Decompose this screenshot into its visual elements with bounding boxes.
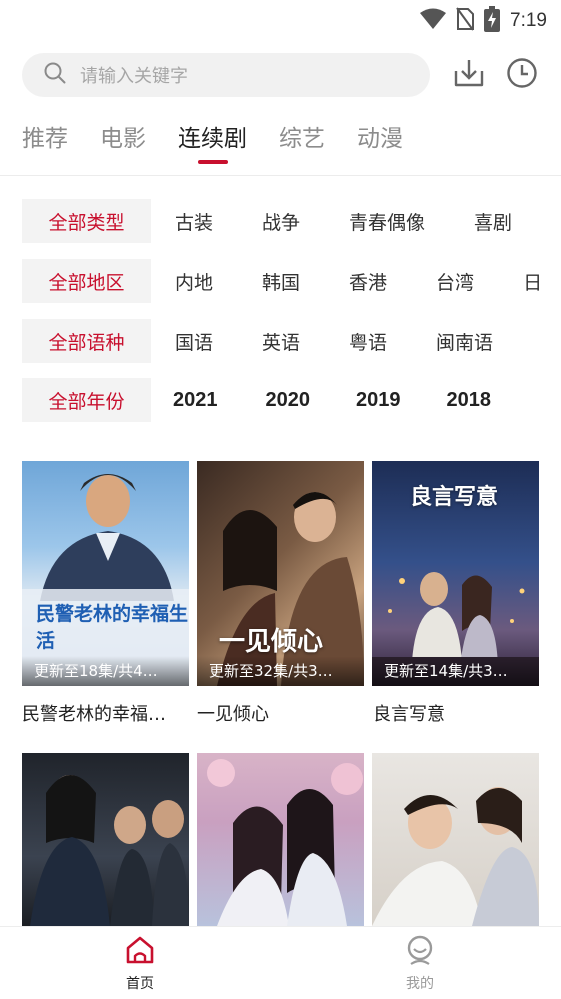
filter-option[interactable]: 2018 bbox=[447, 389, 492, 412]
filter-option[interactable]: 日 bbox=[523, 268, 542, 295]
poster-title-art: 一见倾心 bbox=[219, 627, 324, 657]
bottom-nav: 首页 我的 bbox=[0, 926, 561, 999]
poster-title-art: 民警老林的幸福生活 bbox=[36, 603, 189, 652]
video-card[interactable]: 民警老林的幸福生活 更新至18集/共4… bbox=[22, 461, 189, 686]
nav-home-label: 首页 bbox=[126, 976, 154, 992]
search-placeholder: 请输入关键字 bbox=[80, 66, 188, 87]
clock-icon bbox=[506, 57, 538, 93]
battery-charging-icon bbox=[484, 6, 501, 36]
nav-mine-label: 我的 bbox=[406, 976, 434, 992]
category-tabs: 推荐 电影 连续剧 综艺 动漫 bbox=[22, 120, 435, 164]
tab-indicator bbox=[197, 160, 228, 164]
download-button[interactable] bbox=[452, 58, 486, 92]
wifi-icon bbox=[420, 8, 447, 34]
video-card[interactable]: 良言写意 更新至14集/共3… bbox=[372, 461, 539, 686]
home-icon bbox=[125, 936, 155, 969]
filter-option[interactable]: 2019 bbox=[356, 389, 401, 412]
poster-art bbox=[30, 775, 189, 926]
download-icon bbox=[453, 57, 485, 93]
status-bar: 7:19 bbox=[0, 0, 561, 40]
update-badge: 更新至14集/共3… bbox=[372, 656, 539, 686]
tab-movie[interactable]: 电影 bbox=[100, 120, 146, 164]
filter-option[interactable]: 粤语 bbox=[349, 328, 387, 355]
filter-row-type: 全部类型 古装 战争 青春偶像 喜剧 bbox=[22, 199, 512, 243]
filter-option[interactable]: 国语 bbox=[175, 328, 213, 355]
history-button[interactable] bbox=[505, 58, 539, 92]
video-title[interactable]: 良言写意 bbox=[373, 700, 540, 726]
search-icon bbox=[44, 62, 66, 88]
video-card[interactable]: 一见倾心 更新至32集/共3… bbox=[197, 461, 364, 686]
poster-art bbox=[207, 759, 363, 926]
filter-row-region: 全部地区 内地 韩国 香港 台湾 日 bbox=[22, 259, 542, 303]
filter-option[interactable]: 香港 bbox=[349, 268, 387, 295]
status-time: 7:19 bbox=[510, 10, 547, 31]
filter-all-type[interactable]: 全部类型 bbox=[22, 199, 151, 243]
filter-option[interactable]: 英语 bbox=[262, 328, 300, 355]
update-badge: 更新至32集/共3… bbox=[197, 656, 364, 686]
divider bbox=[0, 175, 561, 176]
video-card[interactable] bbox=[372, 753, 539, 926]
update-badge: 更新至18集/共4… bbox=[22, 656, 189, 686]
tab-series[interactable]: 连续剧 bbox=[178, 120, 247, 164]
filter-option[interactable]: 古装 bbox=[175, 208, 213, 235]
nav-mine[interactable]: 我的 bbox=[380, 935, 460, 993]
filter-all-region[interactable]: 全部地区 bbox=[22, 259, 151, 303]
tab-anime[interactable]: 动漫 bbox=[357, 120, 403, 164]
filter-all-year[interactable]: 全部年份 bbox=[22, 378, 151, 422]
filter-row-language: 全部语种 国语 英语 粤语 闽南语 bbox=[22, 319, 493, 363]
poster-art bbox=[372, 787, 539, 926]
filter-option[interactable]: 2020 bbox=[266, 389, 311, 412]
filter-option[interactable]: 战争 bbox=[262, 208, 300, 235]
tab-recommend[interactable]: 推荐 bbox=[22, 120, 68, 164]
filter-option[interactable]: 闽南语 bbox=[436, 328, 493, 355]
filter-option[interactable]: 内地 bbox=[175, 268, 213, 295]
tab-variety[interactable]: 综艺 bbox=[279, 120, 325, 164]
filter-row-year: 全部年份 2021 2020 2019 2018 bbox=[22, 378, 491, 422]
filter-option[interactable]: 青春偶像 bbox=[349, 208, 425, 235]
poster-title-art: 良言写意 bbox=[410, 484, 499, 510]
video-title[interactable]: 一见倾心 bbox=[197, 700, 364, 726]
video-card[interactable] bbox=[197, 753, 364, 926]
no-sim-icon bbox=[456, 7, 475, 35]
filter-option[interactable]: 台湾 bbox=[436, 268, 474, 295]
filter-option[interactable]: 喜剧 bbox=[474, 208, 512, 235]
filter-option[interactable]: 2021 bbox=[173, 389, 218, 412]
search-input[interactable]: 请输入关键字 bbox=[22, 53, 430, 97]
user-icon bbox=[405, 935, 435, 969]
video-card[interactable] bbox=[22, 753, 189, 926]
nav-home[interactable]: 首页 bbox=[100, 935, 180, 993]
filter-option[interactable]: 韩国 bbox=[262, 268, 300, 295]
video-title[interactable]: 民警老林的幸福… bbox=[22, 700, 189, 726]
filter-all-language[interactable]: 全部语种 bbox=[22, 319, 151, 363]
